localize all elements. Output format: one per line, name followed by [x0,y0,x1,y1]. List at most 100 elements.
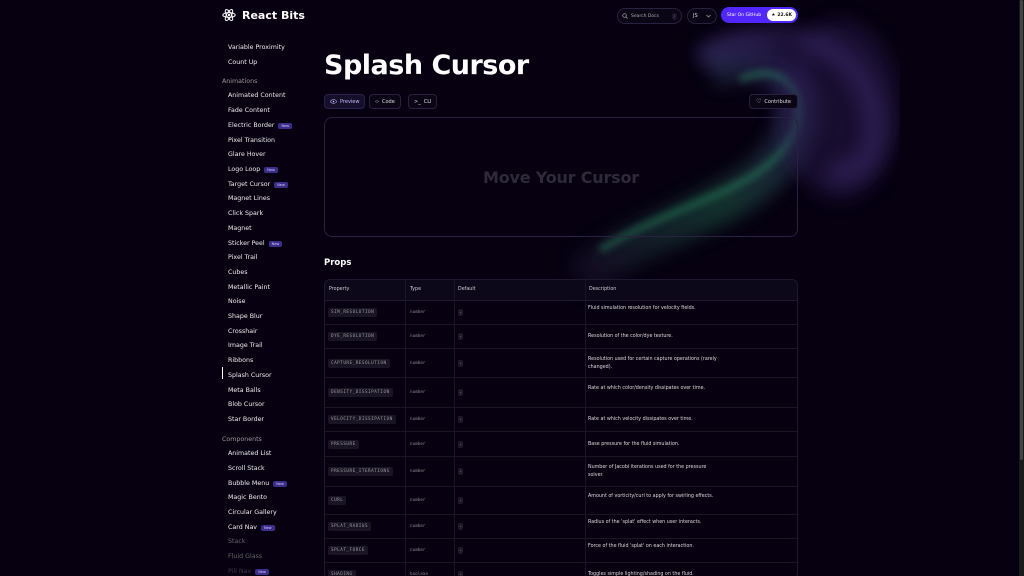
props-table: Property Type Default Description SIM_RE… [324,279,798,576]
prop-default: - [458,333,464,340]
top-header: React Bits Search Docs / JS Star On GitH… [0,0,1024,31]
column-header-default: Default [458,287,476,292]
sidebar-item-label: Card Nav [228,524,258,531]
chevron-down-icon [706,14,711,18]
sidebar-item[interactable]: Pill Nav New [228,568,269,575]
sidebar-item[interactable]: Cubes [228,269,248,276]
sidebar-item[interactable]: Logo Loop New [228,166,278,173]
sidebar-item[interactable]: Target Cursor New [228,181,288,188]
sidebar-item[interactable]: Metallic Paint [228,284,270,291]
new-badge: New [255,568,269,575]
column-header-property: Property [329,287,350,292]
logo[interactable]: React Bits [222,8,305,22]
sidebar-item[interactable]: Glare Hover [228,151,266,158]
prop-name: SPLAT_FORCE [328,546,368,555]
sidebar-item[interactable]: Ribbons [228,357,253,364]
table-row: SPLAT_FORCE number - Force of the fluid 'sp… [325,539,797,563]
tab-preview[interactable]: Preview [324,94,366,109]
sidebar-item[interactable]: Variable Proximity [228,44,285,51]
prop-type: number [410,310,426,315]
sidebar-item[interactable]: Star Border [228,416,264,423]
sidebar-item-label: Meta Balls [228,387,261,394]
language-value: JS [693,13,698,19]
sidebar-item[interactable]: Shape Blur [228,313,262,320]
scrollbar-thumb[interactable] [1020,0,1023,460]
tab-code[interactable]: ‹› Code [369,94,401,109]
prop-type: number [410,417,426,422]
sidebar-item[interactable]: Pixel Trail [228,254,257,261]
prop-name: PRESSURE_ITERATIONS [328,467,393,476]
contribute-button[interactable]: ♡ Contribute [749,94,798,109]
sidebar-item[interactable]: Image Trail [228,342,263,349]
tab-code-label: Code [382,98,395,105]
prop-description: Rate at which color/density dissipates o… [588,386,706,391]
table-row: CAPTURE_RESOLUTION number - Resolution used… [325,349,797,378]
prop-type: number [410,361,426,366]
column-header-type: Type [410,287,422,292]
prop-default: - [458,497,464,504]
prop-description: Toggles simple lighting/shading on the f… [588,572,694,576]
new-badge: New [268,240,283,247]
search-placeholder: Search Docs [631,13,659,19]
sidebar-item[interactable]: Stack [228,538,245,545]
sidebar-item[interactable]: Card Nav New [228,524,275,531]
sidebar-item-label: Count Up [228,59,258,66]
table-row: CURL number - Amount of vorticity/curl to a… [325,487,797,515]
sidebar-item[interactable]: Animated List [228,450,271,457]
table-row: SIM_RESOLUTION number - Fluid simulation re… [325,301,797,325]
sidebar-item[interactable]: Count Up [228,59,257,66]
search-input[interactable]: Search Docs / [617,8,682,24]
sidebar-item-label: Stack [228,538,246,545]
table-row: DYE_RESOLUTION number - Resolution of the c… [325,325,797,349]
sidebar-item[interactable]: Blob Cursor [228,401,265,408]
sidebar-item[interactable]: Scroll Stack [228,465,265,472]
contribute-label: Contribute [764,98,791,105]
tab-cli[interactable]: >_ CLI [408,94,438,109]
search-icon [622,13,628,19]
language-select[interactable]: JS [687,8,717,24]
sidebar-item[interactable]: Animated Content [228,92,285,99]
sidebar-item-label: Pill Nav [228,568,252,575]
preview-canvas[interactable]: Move Your Cursor [324,117,798,237]
prop-type: number [410,498,426,503]
sidebar-item[interactable]: Splash Cursor [228,372,272,379]
sidebar-item-label: Crosshair [228,328,258,335]
github-star-button[interactable]: Star On GitHub ★ 22.6K [721,7,798,23]
sidebar-item-label: Image Trail [228,342,263,349]
sidebar-item[interactable]: Bubble Menu New [228,480,287,487]
sidebar-item[interactable]: Sticker Peel New [228,240,283,247]
sidebar-item[interactable]: Magic Bento [228,494,267,501]
sidebar-item[interactable]: Circular Gallery [228,509,277,516]
sidebar-item[interactable]: Magnet [228,225,252,232]
prop-default: - [458,468,464,475]
sidebar-item[interactable]: Fluid Glass [228,553,262,560]
new-badge: New [274,181,288,188]
sidebar-item-label: Glare Hover [228,151,266,158]
sidebar-item[interactable]: Fade Content [228,107,270,114]
sidebar-category: Components [222,436,262,443]
prop-name: DYE_RESOLUTION [328,332,378,341]
preview-placeholder-text: Move Your Cursor [483,168,639,187]
sidebar-item-label: Target Cursor [228,181,271,188]
sidebar-item-label: Electric Border [228,122,275,129]
prop-default: - [458,360,464,367]
sidebar-item[interactable]: Click Spark [228,210,263,217]
sidebar-item-label: Magnet [228,225,252,232]
column-header-description: Description [589,287,617,292]
prop-name: VELOCITY_DISSIPATION [328,415,396,424]
sidebar-item[interactable]: Noise [228,298,245,305]
sidebar-item[interactable]: Crosshair [228,328,257,335]
prop-description: Rate at which velocity dissipates over t… [588,417,693,422]
prop-description: Force of the fluid 'splat' on each inter… [588,544,694,549]
prop-default: - [458,416,464,423]
app-root: React Bits Search Docs / JS Star On GitH… [0,0,1024,576]
table-header: Property Type Default Description [325,280,797,301]
page-scrollbar[interactable] [1019,0,1024,576]
sidebar-item[interactable]: Magnet Lines [228,195,270,202]
sidebar-item-label: Logo Loop [228,166,261,173]
sidebar-item[interactable]: Electric Border New [228,122,293,129]
sidebar-item[interactable]: Meta Balls [228,387,261,394]
new-badge: New [278,122,293,129]
tab-preview-label: Preview [340,98,360,105]
sidebar-item[interactable]: Pixel Transition [228,137,275,144]
